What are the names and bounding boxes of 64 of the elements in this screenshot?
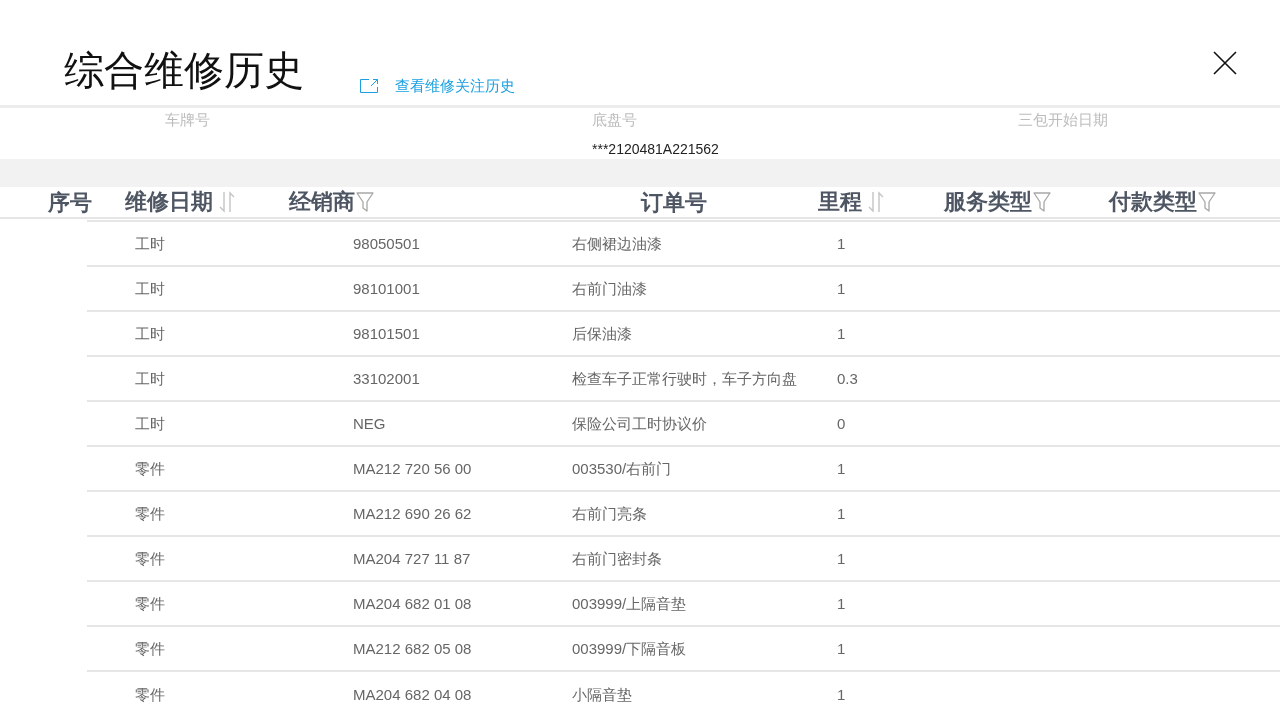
filter-icon (1033, 192, 1051, 212)
info-label: 底盘号 (592, 110, 637, 130)
table-cell: 98101501 (353, 323, 420, 344)
table-cell: 检查车子正常行驶时，车子方向盘 (572, 368, 797, 389)
table-cell: 1 (837, 593, 846, 614)
table-cell: 1 (837, 233, 846, 254)
table-cell: 003530/右前门 (572, 458, 672, 479)
table-cell: 1 (837, 503, 846, 524)
column-header[interactable]: 付款类型 (1109, 188, 1216, 216)
column-header: 序号 (48, 189, 92, 217)
table-cell: MA212 720 56 00 (353, 458, 472, 479)
table-cell: 右前门亮条 (572, 503, 647, 524)
table-cell: 右前门密封条 (572, 548, 662, 569)
table-cell: 零件 (135, 593, 165, 614)
close-icon (1213, 51, 1237, 75)
table-cell: NEG (353, 413, 386, 434)
table-cell: 98050501 (353, 233, 420, 254)
info-label: 车牌号 (165, 110, 210, 130)
info-label: 三包开始日期 (1018, 110, 1108, 130)
info-value: ***2120481A221562 (592, 140, 719, 159)
table-cell: 零件 (135, 503, 165, 524)
table-cell: 保险公司工时协议价 (572, 413, 707, 434)
table-cell: MA204 682 04 08 (353, 684, 472, 705)
table-cell: 右前门油漆 (572, 278, 647, 299)
table-cell: 工时 (135, 233, 165, 254)
close-button[interactable] (1213, 51, 1237, 75)
table-cell: MA212 690 26 62 (353, 503, 472, 524)
table-cell: 零件 (135, 548, 165, 569)
table-cell: 零件 (135, 458, 165, 479)
table-cell: 小隔音垫 (572, 684, 632, 705)
table-cell: MA204 682 01 08 (353, 593, 472, 614)
table-cell: MA212 682 05 08 (353, 638, 472, 659)
table-cell: 003999/下隔音板 (572, 638, 687, 659)
table-cell: 98101001 (353, 278, 420, 299)
table-cell: 003999/上隔音垫 (572, 593, 687, 614)
sort-icon (219, 191, 235, 213)
table-cell: 33102001 (353, 368, 420, 389)
table-cell: 0.3 (837, 368, 858, 389)
table-cell: 零件 (135, 638, 165, 659)
column-header: 订单号 (641, 189, 707, 217)
page-title: 综合维修历史 (64, 47, 304, 94)
table-cell: 1 (837, 638, 846, 659)
table-cell: 后保油漆 (572, 323, 632, 344)
filter-icon (356, 192, 374, 212)
sort-icon (868, 191, 884, 213)
column-header[interactable]: 里程 (818, 188, 884, 216)
table-cell: 工时 (135, 413, 165, 434)
table-cell: 1 (837, 458, 846, 479)
table-cell: 工时 (135, 368, 165, 389)
table-cell: 1 (837, 548, 846, 569)
column-header[interactable]: 经销商 (289, 188, 374, 216)
table-cell: 零件 (135, 684, 165, 705)
table-cell: MA204 727 11 87 (353, 548, 471, 569)
table-cell: 工时 (135, 323, 165, 344)
table-cell: 工时 (135, 278, 165, 299)
table-cell: 1 (837, 323, 846, 344)
column-header[interactable]: 维修日期 (125, 188, 235, 216)
external-link-icon (360, 79, 378, 93)
table-cell: 0 (837, 413, 846, 434)
table-cell: 1 (837, 278, 846, 299)
table-cell: 右侧裙边油漆 (572, 233, 662, 254)
table-cell: 1 (837, 684, 846, 705)
filter-icon (1198, 192, 1216, 212)
column-header[interactable]: 服务类型 (944, 188, 1051, 216)
